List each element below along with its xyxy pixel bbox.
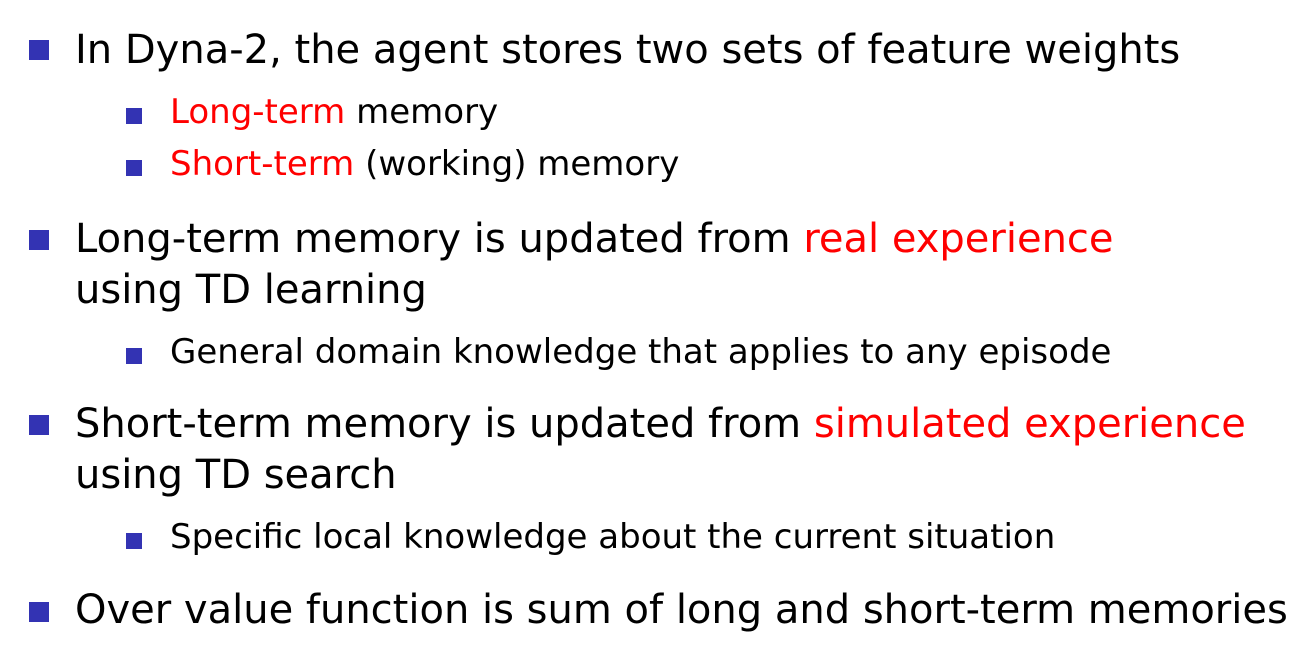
sub-bullet-marker [126,533,142,549]
bullet-item-2: Long-term memory is updated from real ex… [75,219,1114,259]
bullet-text: using TD learning [75,267,427,313]
sub-bullet-item: General domain knowledge that applies to… [170,335,1111,369]
sub-bullet-marker [126,348,142,364]
bullet-marker [29,602,49,622]
bullet-marker [29,230,49,250]
sub-bullet-item: Short-term (working) memory [170,147,679,181]
bullet-text: Long-term memory is updated from [75,216,804,262]
bullet-text: In Dyna-2, the agent stores two sets of … [75,27,1181,73]
bullet-text: Short-term memory is updated from [75,401,814,447]
bullet-text: Over value function is sum of long and s… [75,587,1288,633]
bullet-continuation: using TD learning [75,270,427,310]
sub-bullet-text: Specific local knowledge about the curre… [170,517,1056,557]
bullet-continuation: using TD search [75,455,397,495]
sub-bullet-item: Long-term memory [170,95,498,129]
highlight-text: simulated experience [813,401,1246,447]
bullet-marker [29,415,49,435]
sub-bullet-text: (working) memory [354,144,680,184]
bullet-text: using TD search [75,452,397,498]
sub-bullet-text: memory [345,92,499,132]
bullet-item-4: Over value function is sum of long and s… [75,590,1288,630]
sub-bullet-marker [126,160,142,176]
highlight-text: real experience [803,216,1114,262]
sub-bullet-item: Specific local knowledge about the curre… [170,520,1055,554]
bullet-item-3: Short-term memory is updated from simula… [75,404,1246,444]
sub-bullet-marker [126,108,142,124]
bullet-marker [29,40,49,60]
highlight-text: Long-term [170,92,346,132]
bullet-item-1: In Dyna-2, the agent stores two sets of … [75,30,1180,70]
highlight-text: Short-term [170,144,355,184]
sub-bullet-text: General domain knowledge that applies to… [170,332,1112,372]
